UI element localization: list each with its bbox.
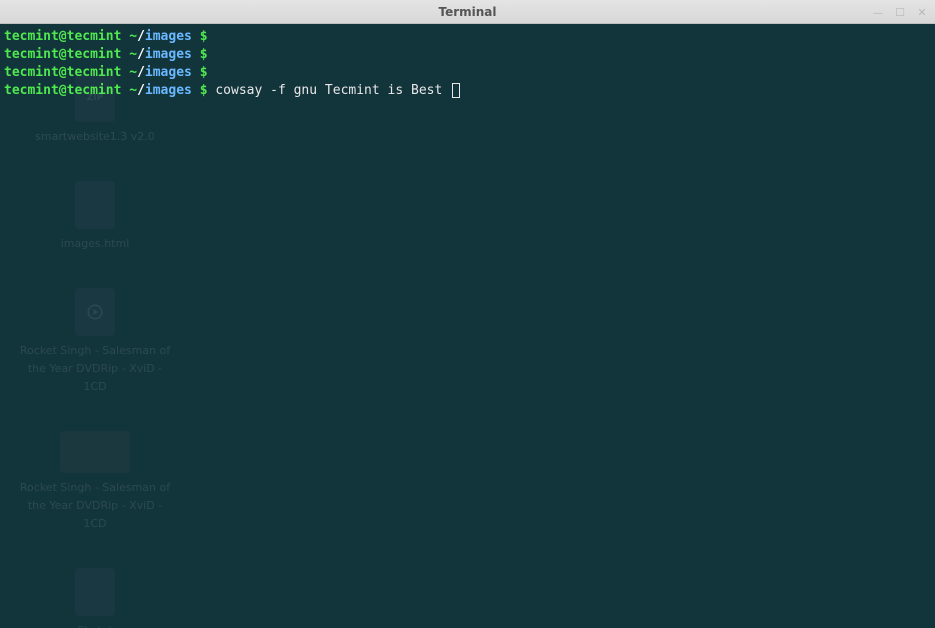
window-title: Terminal [438,5,496,19]
desktop-icon: images.html [15,181,175,253]
terminal-content: tecmint@tecmint ~/images $ tecmint@tecmi… [4,28,931,100]
terminal-window: Terminal ZIP smartwebsite1.3 v2.0 images… [0,0,935,628]
prompt-slash: / [137,65,145,80]
prompt-symbol: $ [200,47,208,62]
file-icon [75,568,115,616]
close-button[interactable] [915,5,929,19]
prompt-slash: / [137,29,145,44]
desktop-icon: Rocket Singh - Salesman of the Year DVDR… [15,288,175,396]
titlebar[interactable]: Terminal [0,0,935,24]
file-icon [75,181,115,229]
prompt-user-host: tecmint@tecmint [4,29,121,44]
prompt-tilde: ~ [129,47,137,62]
maximize-button[interactable] [893,5,907,19]
prompt-user-host: tecmint@tecmint [4,47,121,62]
desktop-icon-label: file.txt [77,622,112,628]
desktop-icons-ghost: ZIP smartwebsite1.3 v2.0 images.html Roc… [10,74,180,628]
terminal-body[interactable]: ZIP smartwebsite1.3 v2.0 images.html Roc… [0,24,935,628]
desktop-icon-label: Rocket Singh - Salesman of the Year DVDR… [15,342,175,396]
window-controls [871,0,929,24]
prompt-symbol: $ [200,29,208,44]
desktop-icon: Rocket Singh - Salesman of the Year DVDR… [15,431,175,533]
prompt-user-host: tecmint@tecmint [4,65,121,80]
cursor [452,83,460,98]
prompt-line: tecmint@tecmint ~/images $ [4,46,931,64]
prompt-dir: images [145,65,192,80]
prompt-dir: images [145,47,192,62]
prompt-tilde: ~ [129,29,137,44]
desktop-icon-label: Rocket Singh - Salesman of the Year DVDR… [15,479,175,533]
prompt-symbol: $ [200,83,208,98]
prompt-dir: images [145,83,192,98]
thumbnail-icon [60,431,130,473]
prompt-tilde: ~ [129,83,137,98]
prompt-line: tecmint@tecmint ~/images $ cowsay -f gnu… [4,82,931,100]
desktop-icon-label: images.html [61,235,130,253]
prompt-slash: / [137,47,145,62]
prompt-slash: / [137,83,145,98]
prompt-symbol: $ [200,65,208,80]
command-text: cowsay -f gnu Tecmint is Best [215,83,450,98]
prompt-dir: images [145,29,192,44]
prompt-line: tecmint@tecmint ~/images $ [4,64,931,82]
prompt-tilde: ~ [129,65,137,80]
video-icon [75,288,115,336]
desktop-icon-label: smartwebsite1.3 v2.0 [35,128,155,146]
desktop-icon: file.txt [15,568,175,628]
prompt-line: tecmint@tecmint ~/images $ [4,28,931,46]
prompt-user-host: tecmint@tecmint [4,83,121,98]
minimize-button[interactable] [871,5,885,19]
